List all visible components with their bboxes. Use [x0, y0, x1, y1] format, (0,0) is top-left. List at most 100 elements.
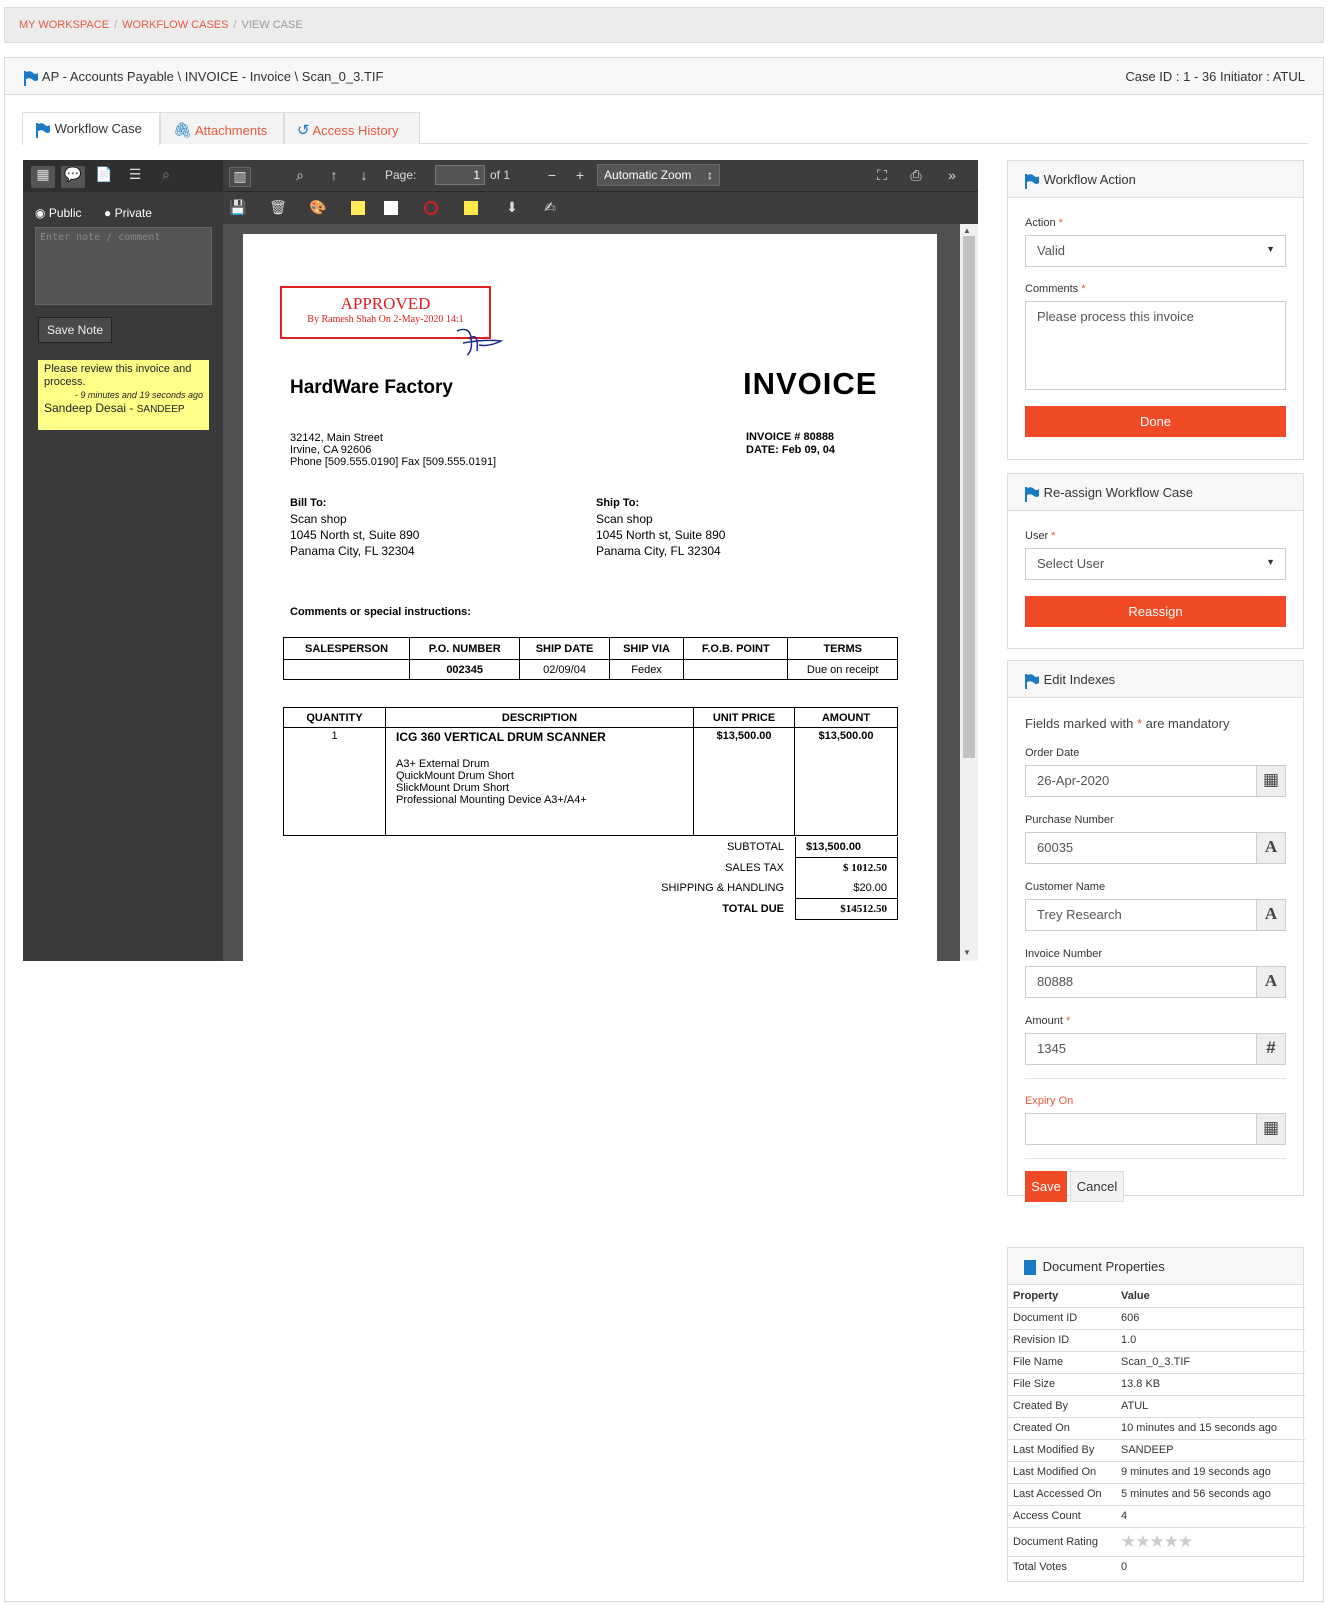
zoom-select-value: Automatic Zoom [604, 168, 692, 182]
tab-workflow-case[interactable]: Workflow Case [22, 112, 160, 145]
user-select[interactable]: Select User ▼ [1025, 548, 1286, 580]
table-row: Revision ID 1.0 [1008, 1328, 1305, 1351]
purchase-number-label: Purchase Number [1025, 814, 1114, 826]
public-radio[interactable]: ◉ Public [35, 206, 82, 220]
search-icon[interactable]: ⌕ [289, 167, 311, 187]
table-row: Created By ATUL [1008, 1394, 1305, 1417]
order-date-field[interactable]: 26-Apr-2020 ▦ [1025, 765, 1286, 797]
expiry-on-label: Expiry On [1025, 1095, 1074, 1107]
table-header: SALESPERSON [282, 637, 411, 660]
previous-page-icon[interactable]: ↑ [323, 167, 345, 187]
sticky-note-icon[interactable] [464, 201, 478, 215]
cancel-button[interactable]: Cancel [1070, 1171, 1124, 1202]
bill-to-label: Bill To: [290, 497, 327, 509]
zoom-out-icon[interactable]: − [541, 167, 563, 187]
tab-attachments[interactable]: 🖇 Attachments [160, 112, 284, 144]
breadcrumb-workflow-cases[interactable]: WORKFLOW CASES [122, 19, 228, 31]
table-cell: 002345 [409, 659, 521, 680]
tab-label: Workflow Case [54, 121, 142, 136]
rating-stars[interactable]: ★★★★★ [1116, 1526, 1305, 1556]
zoom-in-icon[interactable]: + [569, 167, 591, 187]
customer-name-field[interactable]: Trey Research A [1025, 899, 1286, 931]
property-value: ATUL [1116, 1394, 1305, 1417]
divider [1025, 1078, 1286, 1079]
table-cell: 02/09/04 [519, 659, 610, 680]
comments-icon[interactable]: 💬 [61, 166, 85, 188]
page-number-input[interactable]: 1 [435, 165, 485, 185]
signature-icon[interactable]: ✍ [539, 199, 561, 219]
scroll-up-icon[interactable]: ▲ [963, 226, 971, 235]
fullscreen-icon[interactable]: ⛶ [871, 167, 893, 187]
invoice-page: APPROVED By Ramesh Shah On 2-May-2020 14… [243, 234, 937, 961]
palette-icon[interactable]: 🎨 [307, 199, 329, 219]
table-cell [683, 659, 789, 680]
scroll-down-icon[interactable]: ▼ [963, 948, 971, 957]
star-icon[interactable]: ★ [1150, 1532, 1165, 1551]
reassign-button[interactable]: Reassign [1025, 596, 1286, 627]
action-select[interactable]: Valid ▼ [1025, 235, 1286, 267]
save-icon[interactable]: 💾 [227, 199, 249, 219]
stamp-icon[interactable]: ⬇ [501, 199, 523, 219]
comments-textarea[interactable]: Please process this invoice [1025, 301, 1286, 390]
property-value: 4 [1116, 1504, 1305, 1527]
property-name: Last Accessed On [1008, 1482, 1116, 1505]
customer-name-value: Trey Research [1037, 907, 1122, 922]
done-button[interactable]: Done [1025, 406, 1286, 437]
mandatory-note-text: Fields marked with [1025, 716, 1137, 731]
expiry-on-field[interactable]: ▦ [1025, 1113, 1286, 1145]
subtotal-value: $13,500.00 [796, 837, 897, 858]
highlight-icon[interactable] [351, 201, 365, 215]
total-due-value: $14512.50 [840, 903, 887, 915]
purchase-number-field[interactable]: 60035 A [1025, 832, 1286, 864]
property-name: File Size [1008, 1372, 1116, 1395]
amount-field[interactable]: 1345 # [1025, 1033, 1286, 1065]
address-line-1: 32142, Main Street [290, 432, 383, 444]
calendar-icon[interactable]: ▦ [1256, 765, 1286, 797]
table-cell: Fedex [608, 659, 685, 680]
next-page-icon[interactable]: ↓ [353, 167, 375, 187]
flag-icon [24, 70, 38, 86]
delete-icon[interactable]: 🗑 [267, 199, 289, 219]
tools-menu-icon[interactable]: » [941, 167, 963, 187]
property-name: File Name [1008, 1350, 1116, 1373]
list-icon[interactable]: ☰ [123, 166, 147, 188]
zoom-select[interactable]: Automatic Zoom ↕ [597, 164, 720, 186]
tab-access-history[interactable]: ↺ Access History [284, 112, 420, 144]
save-note-button[interactable]: Save Note [38, 317, 112, 343]
annotation-toolbar: 💾 🗑 🎨 ⬇ ✍ [223, 192, 978, 224]
whiteout-icon[interactable] [384, 201, 398, 215]
calendar-icon[interactable]: ▦ [1256, 1113, 1286, 1145]
panel-header: Document Properties [1008, 1248, 1303, 1285]
purchase-number-value: 60035 [1037, 840, 1074, 855]
property-name: Last Modified By [1008, 1438, 1116, 1461]
attachment-icon[interactable]: ⌕ [154, 166, 178, 188]
note-input[interactable]: Enter note / comment [35, 227, 212, 305]
amount-label: Amount * [1025, 1015, 1070, 1027]
sidebar-toggle-icon[interactable]: ▥ [229, 167, 251, 187]
breadcrumb-my-workspace[interactable]: MY WORKSPACE [19, 19, 109, 31]
invoice-number-field[interactable]: 80888 A [1025, 966, 1286, 998]
print-icon[interactable]: ⎙ [905, 167, 927, 187]
table-header: Property [1013, 1289, 1059, 1302]
save-button[interactable]: Save [1025, 1171, 1067, 1202]
private-radio[interactable]: ● Private [104, 206, 152, 220]
table-cell: 1 [283, 727, 386, 836]
table-row: Created On 10 minutes and 15 seconds ago [1008, 1416, 1305, 1439]
text-type-icon: A [1256, 966, 1286, 998]
scrollbar-thumb[interactable] [963, 236, 975, 758]
flag-icon [1025, 173, 1039, 189]
bill-to-city: Panama City, FL 32304 [290, 544, 415, 558]
document-outline-icon[interactable]: 📄 [92, 166, 116, 188]
subtotal-label: SUBTOTAL [726, 841, 784, 853]
thumbnails-icon[interactable]: ▦ [31, 166, 55, 188]
star-icon[interactable]: ★ [1178, 1532, 1193, 1551]
table-row: Total Votes 0 [1008, 1555, 1305, 1578]
star-icon[interactable]: ★ [1164, 1532, 1179, 1551]
star-icon[interactable]: ★ [1135, 1532, 1150, 1551]
action-select-value: Valid [1037, 243, 1065, 258]
circle-icon[interactable] [424, 201, 438, 215]
table-cell: ICG 360 VERTICAL DRUM SCANNER A3+ Extern… [385, 727, 694, 836]
star-icon[interactable]: ★ [1121, 1532, 1136, 1551]
text-type-icon: A [1256, 899, 1286, 931]
ship-to-label: Ship To: [596, 497, 640, 509]
